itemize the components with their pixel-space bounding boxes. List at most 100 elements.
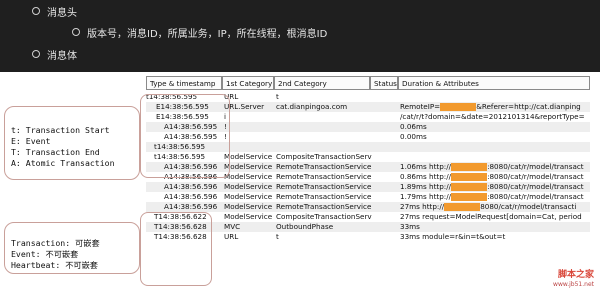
legend-item: T: Transaction End	[11, 147, 100, 157]
cell-1st-category: ModelService	[222, 152, 276, 162]
bullet-message-body: 消息体	[47, 51, 77, 62]
legend-item: Heartbeat: 不可嵌套	[11, 260, 98, 270]
cell-1st-category-text: MVC	[224, 222, 241, 231]
callout-oval	[140, 212, 212, 286]
cell-duration-attributes	[398, 152, 592, 162]
cell-duration-attributes-text: 8080/cat/r/model/transacti	[480, 202, 577, 211]
bullet-message-header: 消息头	[47, 8, 77, 19]
redaction-block	[451, 163, 488, 171]
cell-1st-category: !	[222, 132, 276, 142]
cell-2nd-category	[274, 112, 372, 122]
cell-duration-attributes: 33ms	[398, 222, 592, 232]
cell-2nd-category-text: RemoteTransactionService	[276, 192, 372, 201]
cell-status	[370, 162, 400, 172]
cell-type-timestamp-text: A14:38:56.596	[164, 202, 218, 211]
cell-duration-attributes: 27ms http:// 8080/cat/r/model/transacti	[398, 202, 592, 212]
cell-1st-category: MVC	[222, 222, 276, 232]
cell-duration-attributes: 1.06ms http://:8080/cat/r/model/transact	[398, 162, 592, 172]
cell-duration-attributes: 1.89ms http://:8080/cat/r/model/transact	[398, 182, 592, 192]
cell-1st-category-text: ModelService	[224, 172, 273, 181]
cell-duration-attributes-text: :8080/cat/r/model/transact	[487, 192, 584, 201]
cell-status	[370, 142, 400, 152]
message-table-sheet: Type & timestamp 1st Category 2nd Catego…	[0, 72, 600, 290]
cell-2nd-category: CompositeTransactionService	[274, 152, 372, 162]
bullet-circle-icon	[32, 50, 40, 58]
cell-1st-category: URL	[222, 92, 276, 102]
cell-2nd-category: t	[274, 232, 372, 242]
cell-duration-attributes: 0.00ms	[398, 132, 592, 142]
cell-2nd-category	[274, 122, 372, 132]
cell-1st-category-text: ModelService	[224, 162, 273, 171]
cell-1st-category	[222, 142, 276, 152]
cell-status	[370, 202, 400, 212]
table-row: A14:38:56.596 ModelService RemoteTransacti…	[146, 192, 590, 202]
callout-oval	[140, 94, 230, 178]
watermark-logo: 脚本之家	[557, 270, 594, 280]
cell-2nd-category-text: CompositeTransactionService	[276, 212, 372, 221]
cell-duration-attributes-text: 1.79ms http://	[400, 192, 452, 201]
redaction-block	[444, 203, 481, 211]
cell-status	[370, 152, 400, 162]
cell-1st-category: ModelService	[222, 162, 276, 172]
cell-2nd-category: CompositeTransactionService	[274, 212, 372, 222]
watermark-url: www.jb51.net	[553, 281, 594, 288]
redaction-block	[451, 193, 488, 201]
cell-2nd-category	[274, 132, 372, 142]
cell-2nd-category: RemoteTransactionService	[274, 172, 372, 182]
cell-2nd-category-text: cat.dianpingoa.com	[276, 102, 348, 111]
cell-duration-attributes: /cat/r/t?domain=&date=2012101314&reportT…	[398, 112, 592, 122]
cell-1st-category: ModelService	[222, 182, 276, 192]
cell-2nd-category-text: RemoteTransactionService	[276, 162, 372, 171]
table-row: A14:38:56.596 ModelService RemoteTransacti…	[146, 182, 590, 192]
header-duration-attributes: Duration & Attributes	[398, 76, 590, 90]
cell-2nd-category: t	[274, 92, 372, 102]
slide-header-area: 消息头 版本号，消息ID，所属业务，IP，所在线程，根消息ID 消息体	[0, 0, 600, 72]
cell-1st-category-text: ModelService	[224, 212, 273, 221]
table-row: A14:38:56.596 ModelService RemoteTransacti…	[146, 202, 590, 212]
redaction-block	[451, 173, 488, 181]
cell-2nd-category-text: t	[276, 92, 279, 101]
header-2nd-category: 2nd Category	[274, 76, 370, 90]
legend-item: E: Event	[11, 136, 51, 146]
cell-status	[370, 212, 400, 222]
cell-duration-attributes	[398, 142, 592, 152]
cell-status	[370, 172, 400, 182]
cell-2nd-category: OutboundPhase	[274, 222, 372, 232]
cell-2nd-category-text: RemoteTransactionService	[276, 202, 372, 211]
table-row: T14:38:56.628 MVC OutboundPhase 33ms	[146, 222, 590, 232]
legend-item: A: Atomic Transaction	[11, 158, 115, 168]
cell-2nd-category-text: t	[276, 232, 279, 241]
legend-item: t: Transaction Start	[11, 125, 110, 135]
cell-duration-attributes-text: 33ms	[400, 222, 420, 231]
cell-2nd-category: RemoteTransactionService	[274, 202, 372, 212]
redaction-block	[440, 103, 477, 111]
cell-duration-attributes	[398, 92, 592, 102]
cell-type-timestamp-text: A14:38:56.596	[164, 192, 218, 201]
cell-duration-attributes: 1.79ms http:// :8080/cat/r/model/transact	[398, 192, 592, 202]
cell-duration-attributes: 0.06ms	[398, 122, 592, 132]
cell-1st-category: ModelService	[222, 172, 276, 182]
cell-status	[370, 132, 400, 142]
cell-2nd-category-text: RemoteTransactionService	[276, 182, 372, 191]
cell-duration-attributes-text: 27ms http://	[400, 202, 445, 211]
cell-1st-category-text: ModelService	[224, 202, 273, 211]
cell-2nd-category-text: CompositeTransactionService	[276, 152, 372, 161]
cell-duration-attributes: 33ms module=r&in=t&out=t	[398, 232, 592, 242]
table-header: Type & timestamp 1st Category 2nd Catego…	[146, 76, 590, 91]
cell-status	[370, 102, 400, 112]
cell-1st-category: ModelService	[222, 192, 276, 202]
cell-1st-category-text: URL.Server	[224, 102, 265, 111]
cell-duration-attributes: RemoteIP= &Referer=http://cat.dianping	[398, 102, 592, 112]
cell-2nd-category-text: OutboundPhase	[276, 222, 334, 231]
cell-duration-attributes-text: :8080/cat/r/model/transact	[487, 172, 584, 181]
cell-1st-category: ModelService	[222, 202, 276, 212]
cell-duration-attributes-text: RemoteIP=	[400, 102, 441, 111]
cell-status	[370, 232, 400, 242]
cell-duration-attributes-text: 1.06ms http://	[400, 162, 452, 171]
bullet-circle-icon	[72, 28, 80, 36]
cell-duration-attributes-text: 0.86ms http://	[400, 172, 452, 181]
cell-type-timestamp-text: A14:38:56.596	[164, 182, 218, 191]
cell-duration-attributes: 0.86ms http:// :8080/cat/r/model/transact	[398, 172, 592, 182]
cell-1st-category: i	[222, 112, 276, 122]
header-type-timestamp: Type & timestamp	[146, 76, 222, 90]
